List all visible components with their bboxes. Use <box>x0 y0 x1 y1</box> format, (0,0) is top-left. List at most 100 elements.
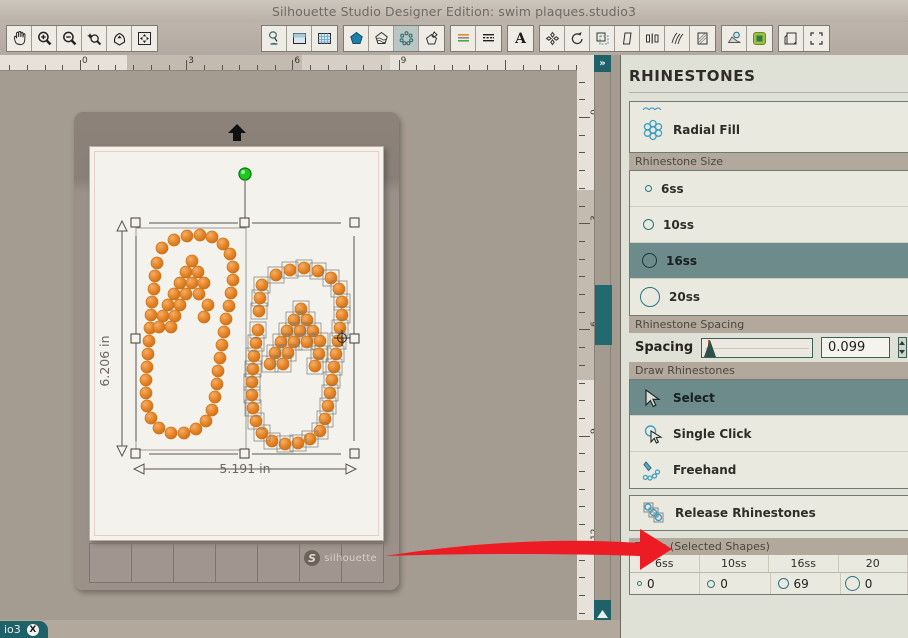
draw-option-label-select: Select <box>673 390 715 405</box>
send-to-silhouette-icon[interactable] <box>804 26 829 51</box>
totals-value-10ss: 0 <box>720 576 728 591</box>
totals-swatch-20ss <box>844 576 860 591</box>
toolbar-group-view <box>6 25 158 52</box>
spacing-value-input[interactable]: 0.099 <box>821 337 890 358</box>
size-option-6ss[interactable]: 6ss <box>630 171 908 207</box>
draw-rhinestones-header: Draw Rhinestones <box>629 362 908 379</box>
rhinestone-size-header: Rhinestone Size <box>629 153 908 170</box>
spacing-slider-thumb[interactable] <box>704 339 717 357</box>
fill-pattern-icon[interactable] <box>369 26 394 51</box>
toolbar-group-line <box>450 25 502 52</box>
line-style-icon[interactable] <box>476 26 501 51</box>
draw-option-select[interactable]: Select <box>630 380 908 416</box>
totals-value-20ss: 0 <box>864 576 873 591</box>
main-toolbar: A <box>0 22 908 55</box>
totals-swatch-16ss <box>777 578 789 589</box>
status-bar <box>0 620 620 638</box>
modify-icon[interactable] <box>690 26 715 51</box>
select-arrow-icon <box>645 388 661 407</box>
design-canvas[interactable]: S silhouette 6.206 in 5.191 in <box>12 71 577 620</box>
offset-icon[interactable] <box>722 26 747 51</box>
fill-option-radial[interactable]: Radial Fill <box>630 110 908 150</box>
ruler-tick-6: 6 <box>294 56 301 66</box>
zoom-fit-icon[interactable] <box>107 26 132 51</box>
rhinestones-panel: RHINESTONES Radial Fill Rhinestone Size … <box>620 55 908 638</box>
toolbar-group-page <box>261 25 338 52</box>
draw-option-freehand[interactable]: Freehand <box>630 452 908 488</box>
mat-brand-text: silhouette <box>324 552 377 564</box>
size-option-10ss[interactable]: 10ss <box>630 207 908 243</box>
panel-expander-button[interactable]: » <box>594 55 611 72</box>
fill-color-icon[interactable] <box>344 26 369 51</box>
fill-option-label: Radial Fill <box>673 123 740 137</box>
rhinestones-icon[interactable] <box>394 26 419 51</box>
totals-value-6ss: 0 <box>647 576 655 591</box>
size-label-20ss: 20ss <box>669 290 700 304</box>
toolbar-group-offset <box>721 25 773 52</box>
document-tab[interactable]: io3 X <box>0 621 48 638</box>
replicate-icon[interactable] <box>665 26 690 51</box>
totals-cell-20ss: 0 <box>841 573 908 594</box>
zoom-in-icon[interactable] <box>32 26 57 51</box>
title-bar: Silhouette Studio Designer Edition: swim… <box>0 0 908 22</box>
draw-rhinestones-group: Select Single Click Freehand <box>629 379 908 489</box>
draw-option-single-click[interactable]: Single Click <box>630 416 908 452</box>
toolbar-group-text: A <box>507 25 534 52</box>
zoom-out-icon[interactable] <box>57 26 82 51</box>
totals-column-headers: 6ss 10ss 16ss 20 <box>630 555 908 573</box>
release-rhinestones-group: Release Rhinestones <box>629 495 908 531</box>
toolbar-group-transform <box>539 25 716 52</box>
draw-option-label-single-click: Single Click <box>673 426 752 441</box>
size-swatch-10ss <box>643 219 654 230</box>
horizontal-ruler[interactable]: 0 3 6 9 <box>0 55 595 71</box>
size-option-20ss[interactable]: 20ss <box>630 279 908 315</box>
page-setup-icon[interactable] <box>287 26 312 51</box>
rhinestone-spacing-header: Rhinestone Spacing <box>629 316 908 333</box>
cutting-mat-icon[interactable] <box>312 26 337 51</box>
canvas-vertical-scrollbar[interactable] <box>594 55 612 620</box>
line-color-icon[interactable] <box>451 26 476 51</box>
mat-brand-logo: S silhouette <box>304 550 377 566</box>
totals-col-10ss: 10ss <box>700 555 769 572</box>
size-label-16ss: 16ss <box>666 253 697 268</box>
stepper-down-icon <box>899 350 906 355</box>
sketch-pen-icon[interactable] <box>419 26 444 51</box>
vertical-ruler[interactable]: 036912 <box>577 55 594 620</box>
spacing-stepper[interactable] <box>897 337 907 358</box>
pan-icon[interactable] <box>7 26 32 51</box>
scale-icon[interactable] <box>590 26 615 51</box>
cut-settings-icon[interactable] <box>262 26 287 51</box>
spacing-slider[interactable] <box>701 337 814 358</box>
window-title: Silhouette Studio Designer Edition: swim… <box>271 3 637 19</box>
fill-option-partial[interactable] <box>630 102 908 110</box>
zoom-page-icon[interactable] <box>132 26 157 51</box>
library-icon[interactable] <box>779 26 804 51</box>
draw-option-label-freehand: Freehand <box>673 463 737 477</box>
close-icon[interactable]: X <box>26 623 39 636</box>
partial-fill-icon <box>642 107 662 110</box>
zoom-selection-icon[interactable] <box>82 26 107 51</box>
totals-col-16ss: 16ss <box>769 555 839 572</box>
rotate-icon[interactable] <box>565 26 590 51</box>
toolbar-group-library <box>778 25 830 52</box>
trace-icon[interactable] <box>747 26 772 51</box>
shear-icon[interactable] <box>615 26 640 51</box>
size-label-10ss: 10ss <box>663 217 694 232</box>
size-swatch-20ss <box>640 287 660 307</box>
ruler-tick-9: 9 <box>400 56 407 66</box>
text-style-icon[interactable]: A <box>508 26 533 51</box>
spacing-row: Spacing 0.099 <box>629 333 908 362</box>
align-icon[interactable] <box>640 26 665 51</box>
release-rhinestones-button[interactable]: Release Rhinestones <box>630 496 908 530</box>
release-rhinestones-label: Release Rhinestones <box>675 506 816 520</box>
stepper-up-icon <box>899 340 906 345</box>
totals-swatch-10ss <box>707 579 716 588</box>
cutting-mat: S silhouette <box>74 112 399 590</box>
move-icon[interactable] <box>540 26 565 51</box>
size-option-16ss[interactable]: 16ss <box>630 243 908 279</box>
size-label-6ss: 6ss <box>661 181 684 196</box>
radial-fill-icon <box>643 119 663 141</box>
totals-cell-10ss: 0 <box>700 573 771 594</box>
scrollbar-thumb[interactable] <box>595 285 612 345</box>
mat-orientation-arrow <box>226 124 248 146</box>
